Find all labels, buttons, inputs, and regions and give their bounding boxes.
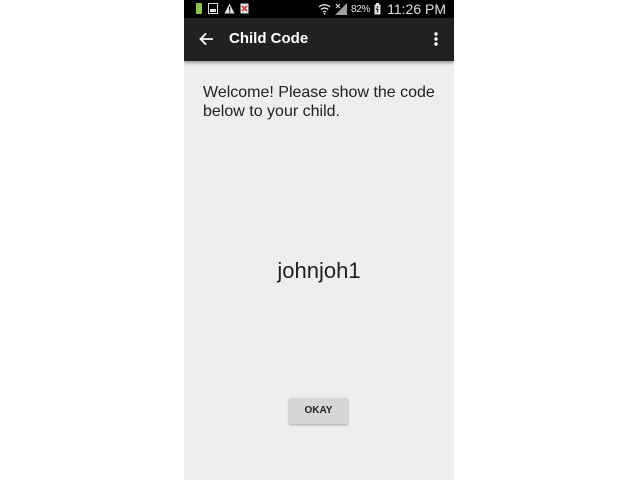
battery-percent: 82%: [350, 3, 371, 15]
notification-icons: [196, 3, 250, 14]
file-error-icon: [240, 3, 250, 14]
phone-screen: 82% 11:26 PM Child Code Welcome! Please …: [184, 0, 454, 480]
app-bar: Child Code: [184, 18, 454, 61]
wifi-icon: [318, 3, 331, 15]
battery-icon: [374, 3, 381, 15]
status-bar: 82% 11:26 PM: [184, 0, 454, 18]
overflow-menu-icon[interactable]: [428, 29, 444, 49]
welcome-message: Welcome! Please show the code below to y…: [203, 84, 435, 120]
signal-icon: [334, 3, 347, 15]
okay-button[interactable]: OKAY: [289, 398, 348, 424]
back-arrow-icon[interactable]: [196, 29, 216, 49]
battery-app-icon: [196, 3, 202, 14]
page-title: Child Code: [229, 30, 309, 47]
warning-icon: [224, 3, 235, 14]
system-icons: 82% 11:26 PM: [318, 1, 446, 17]
image-icon: [208, 3, 218, 14]
status-time: 11:26 PM: [387, 1, 446, 17]
child-code: johnjoh1: [277, 258, 361, 283]
